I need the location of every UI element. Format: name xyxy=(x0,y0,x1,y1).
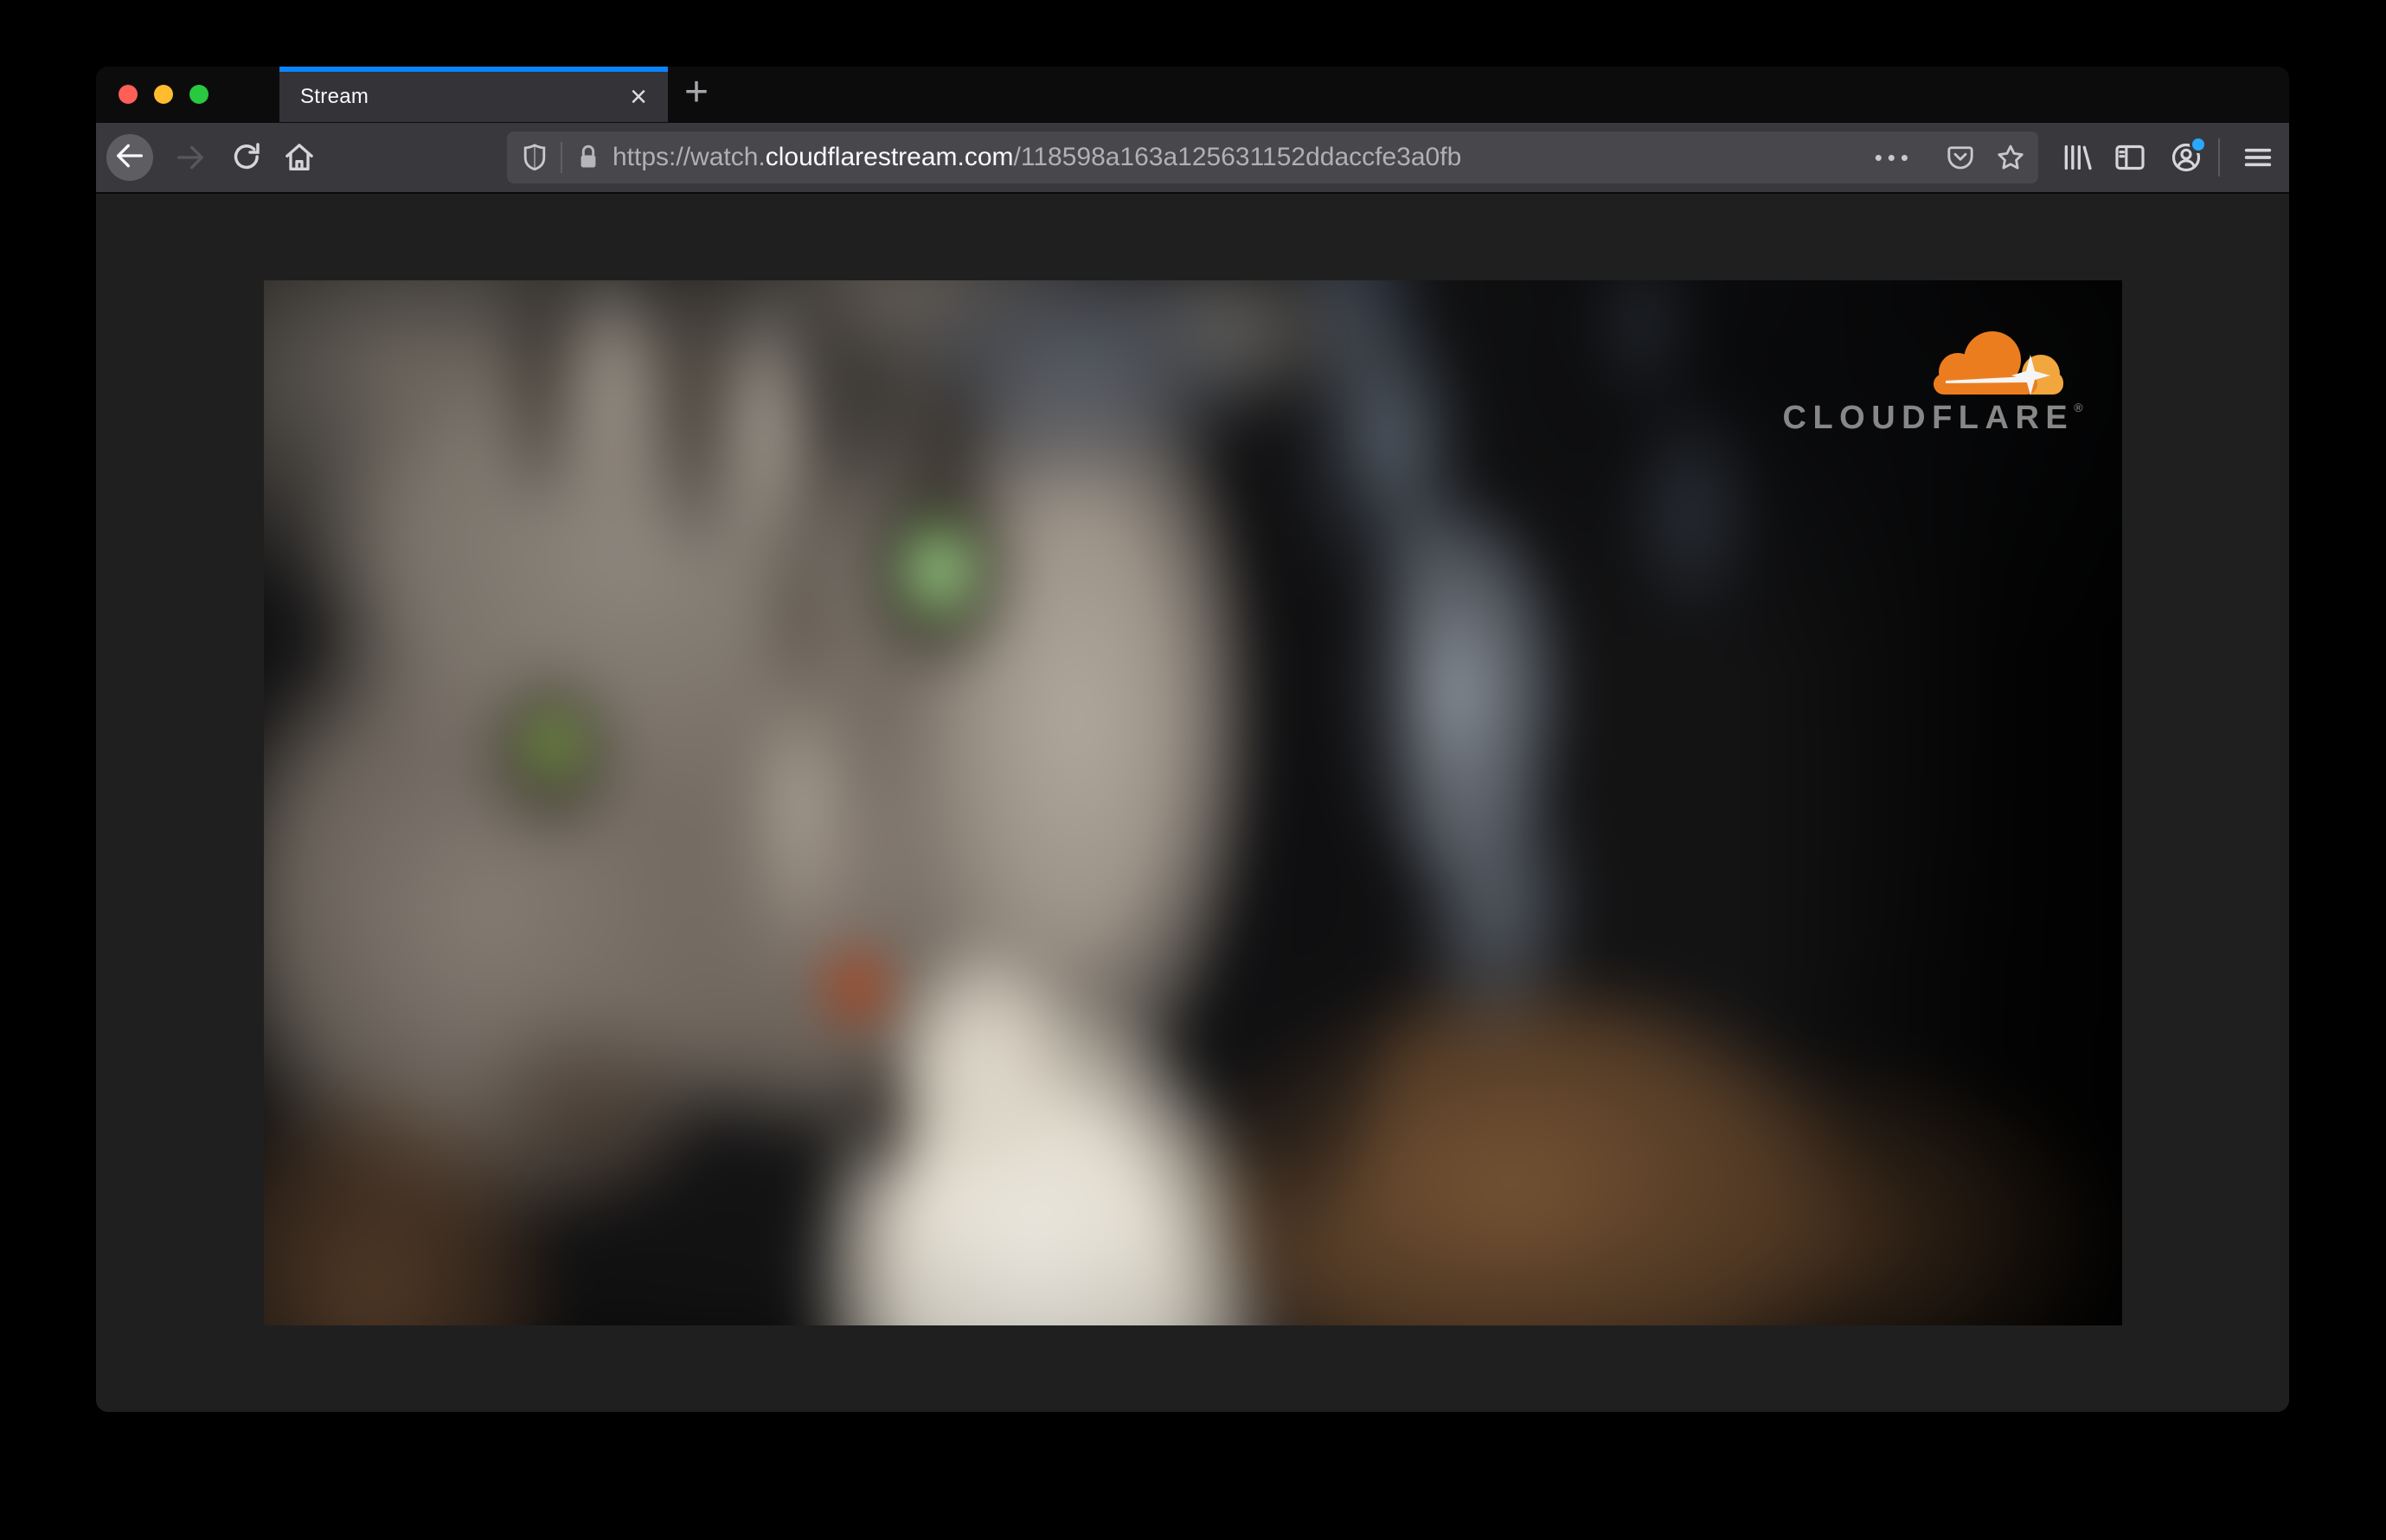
page-actions-icon[interactable]: ••• xyxy=(1875,144,1914,171)
sidebar-icon xyxy=(2113,140,2147,175)
tracking-protection-shield-icon[interactable] xyxy=(519,142,550,173)
window-close-button[interactable] xyxy=(119,85,138,104)
cloudflare-cloud-icon xyxy=(1933,331,2063,395)
cloudflare-watermark: CLOUDFLARE® xyxy=(1782,329,2083,436)
lock-icon[interactable] xyxy=(573,142,604,173)
navigation-toolbar: https://watch.cloudflarestream.com/11859… xyxy=(96,123,2289,194)
bookmark-star-icon[interactable] xyxy=(1995,142,2026,173)
hamburger-menu-icon xyxy=(2241,140,2275,175)
traffic-lights xyxy=(119,67,208,122)
home-button[interactable] xyxy=(282,140,317,175)
address-bar[interactable]: https://watch.cloudflarestream.com/11859… xyxy=(507,132,2038,183)
forward-icon xyxy=(173,140,208,175)
pocket-icon[interactable] xyxy=(1945,142,1976,173)
home-icon xyxy=(282,140,317,175)
urlbar-actions: ••• xyxy=(1875,142,2026,173)
desktop: { "window_title_bar": { "traffic_lights"… xyxy=(0,0,2386,1540)
reload-button[interactable] xyxy=(229,140,264,175)
browser-window: Stream × + https://watch.cloudflarestrea… xyxy=(96,67,2289,1412)
url-domain: cloudflarestream.com xyxy=(765,143,1014,171)
account-notification-dot xyxy=(2190,136,2207,153)
tab-bar: Stream × + xyxy=(96,67,2289,123)
cloudflare-wordmark: CLOUDFLARE® xyxy=(1782,400,2083,436)
cloudflare-wordmark-text: CLOUDFLARE xyxy=(1782,400,2075,436)
back-icon xyxy=(112,138,147,177)
url-text: https://watch.cloudflarestream.com/11859… xyxy=(613,143,1461,172)
reload-icon xyxy=(229,140,264,175)
account-button[interactable] xyxy=(2169,136,2207,175)
forward-button[interactable] xyxy=(173,140,208,175)
sidebar-button[interactable] xyxy=(2113,140,2147,175)
url-path: /118598a163a125631152ddaccfe3a0fb xyxy=(1013,143,1462,171)
toolbar-divider xyxy=(2218,138,2220,176)
library-button[interactable] xyxy=(2059,140,2094,175)
window-minimize-button[interactable] xyxy=(154,85,173,104)
tab-close-icon[interactable]: × xyxy=(619,82,647,112)
page-content: CLOUDFLARE® xyxy=(96,280,2289,1412)
url-scheme: https://watch. xyxy=(613,143,766,171)
video-frame-cat xyxy=(263,280,2122,1325)
library-icon xyxy=(2059,140,2094,175)
back-button[interactable] xyxy=(106,134,153,181)
tab-title: Stream xyxy=(300,85,369,108)
new-tab-button[interactable]: + xyxy=(670,67,722,117)
window-zoom-button[interactable] xyxy=(189,85,208,104)
menu-button[interactable] xyxy=(2241,140,2275,175)
video-player[interactable]: CLOUDFLARE® xyxy=(263,280,2122,1325)
tab-stream[interactable]: Stream × xyxy=(279,67,668,122)
urlbar-separator xyxy=(561,142,562,173)
registered-mark: ® xyxy=(2074,401,2083,414)
